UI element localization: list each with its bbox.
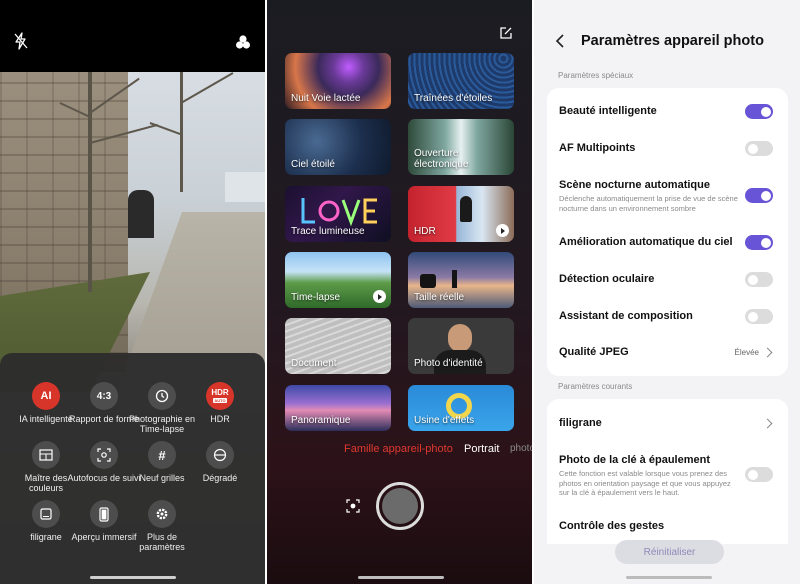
- color-palette-icon: [32, 441, 60, 469]
- toggle-switch[interactable]: [745, 467, 773, 482]
- hdr-tile-figure: [460, 196, 472, 222]
- home-indicator[interactable]: [358, 576, 444, 579]
- gear-icon: [148, 500, 176, 528]
- toggle-switch[interactable]: [745, 235, 773, 250]
- option-hdr[interactable]: HDR AUTO HDR: [183, 382, 257, 424]
- preview-gate: [128, 190, 154, 238]
- portrait-figure: [448, 324, 472, 352]
- gradient-icon: [206, 441, 234, 469]
- mode-tile[interactable]: Panoramique: [285, 385, 391, 431]
- mode-tile[interactable]: Traînées d'étoiles: [408, 53, 514, 109]
- mode-tile[interactable]: Taille réelle: [408, 252, 514, 308]
- preview-tree: [88, 72, 92, 292]
- setting-auto-sky[interactable]: Amélioration automatique du ciel: [559, 235, 781, 250]
- section-header-special: Paramètres spéciaux: [558, 71, 634, 80]
- mode-tile[interactable]: HDR: [408, 186, 514, 242]
- mode-tile[interactable]: Trace lumineuse: [285, 186, 391, 242]
- mode-selector-bar: Famille appareil-photo Portrait photo: [267, 440, 532, 460]
- home-indicator[interactable]: [626, 576, 712, 579]
- mode-tile[interactable]: Ouverture électronique: [408, 119, 514, 175]
- camera-settings-screen: Paramètres appareil photo Paramètres spé…: [534, 0, 800, 584]
- mode-photo[interactable]: photo: [510, 443, 532, 454]
- setting-jpeg-quality[interactable]: Qualité JPEG Élevée: [559, 346, 781, 359]
- flash-off-icon[interactable]: [13, 32, 29, 50]
- setting-smart-beauty[interactable]: Beauté intelligente: [559, 104, 781, 119]
- preview-branch: [149, 122, 183, 136]
- mode-tile[interactable]: Nuit Voie lactée: [285, 53, 391, 109]
- settings-header: Paramètres appareil photo: [534, 28, 800, 56]
- mode-tile[interactable]: Usine d'effets: [408, 385, 514, 431]
- reset-button[interactable]: Réinitialiser: [615, 540, 724, 564]
- aspect-ratio-icon: 4:3: [90, 382, 118, 410]
- section-header-common: Paramètres courants: [558, 382, 633, 391]
- toggle-switch[interactable]: [745, 309, 773, 324]
- common-settings-card: filigrane Photo de la clé à épaulement C…: [547, 399, 788, 544]
- setting-af-multipoint[interactable]: AF Multipoints: [559, 141, 781, 156]
- camera-top-bar: [0, 0, 265, 72]
- play-icon: [496, 224, 509, 237]
- setting-watermark[interactable]: filigrane: [559, 417, 781, 430]
- mode-portrait[interactable]: Portrait: [464, 443, 499, 455]
- watermark-icon: [32, 500, 60, 528]
- preview-tree: [180, 72, 183, 192]
- home-indicator[interactable]: [90, 576, 176, 579]
- filter-effects-icon[interactable]: [235, 34, 251, 50]
- mode-tile[interactable]: Photo d'identité: [408, 318, 514, 374]
- grid-icon: #: [148, 441, 176, 469]
- back-arrow-icon[interactable]: [554, 34, 566, 48]
- edit-icon[interactable]: [500, 27, 512, 39]
- camera-modes-screen: Nuit Voie lactée Traînées d'étoiles Ciel…: [267, 0, 532, 584]
- option-more-settings[interactable]: Plus de paramètres: [125, 500, 199, 552]
- setting-composition-assistant[interactable]: Assistant de composition: [559, 309, 781, 324]
- toggle-switch[interactable]: [745, 188, 773, 203]
- mode-tile[interactable]: Ciel étoilé: [285, 119, 391, 175]
- page-title: Paramètres appareil photo: [581, 33, 764, 49]
- special-settings-card: Beauté intelligente AF Multipoints Scène…: [547, 88, 788, 376]
- play-icon: [373, 290, 386, 303]
- hdr-icon: HDR AUTO: [206, 382, 234, 410]
- preview-branch: [180, 72, 234, 104]
- toggle-switch[interactable]: [745, 272, 773, 287]
- setting-shoulder-key-photo[interactable]: Photo de la clé à épaulement Cette fonct…: [559, 454, 781, 498]
- toggle-switch[interactable]: [745, 141, 773, 156]
- ai-icon: AI: [32, 382, 60, 410]
- mode-tile[interactable]: Time-lapse: [285, 252, 391, 308]
- setting-auto-night-scene[interactable]: Scène nocturne automatique Déclenche aut…: [559, 179, 781, 213]
- lens-switch-icon[interactable]: [346, 499, 360, 513]
- setting-eye-detection[interactable]: Détection oculaire: [559, 272, 781, 287]
- shutter-button[interactable]: [376, 482, 424, 530]
- toggle-switch[interactable]: [745, 104, 773, 119]
- silhouette: [452, 270, 457, 288]
- silhouette: [420, 274, 436, 288]
- camera-viewfinder-screen: AI IA intelligente 4:3 Rapport de forme …: [0, 0, 265, 584]
- mode-family-camera[interactable]: Famille appareil-photo: [344, 443, 453, 455]
- mode-tile[interactable]: Document: [285, 318, 391, 374]
- jpeg-quality-value: Élevée: [734, 348, 759, 357]
- timer-icon: [148, 382, 176, 410]
- phone-icon: [90, 500, 118, 528]
- setting-gesture-control[interactable]: Contrôle des gestes: [559, 520, 781, 533]
- option-gradient[interactable]: Dégradé: [183, 441, 257, 483]
- preview-house: [225, 172, 265, 202]
- camera-options-sheet: AI IA intelligente 4:3 Rapport de forme …: [0, 353, 265, 584]
- tracking-focus-icon: [90, 441, 118, 469]
